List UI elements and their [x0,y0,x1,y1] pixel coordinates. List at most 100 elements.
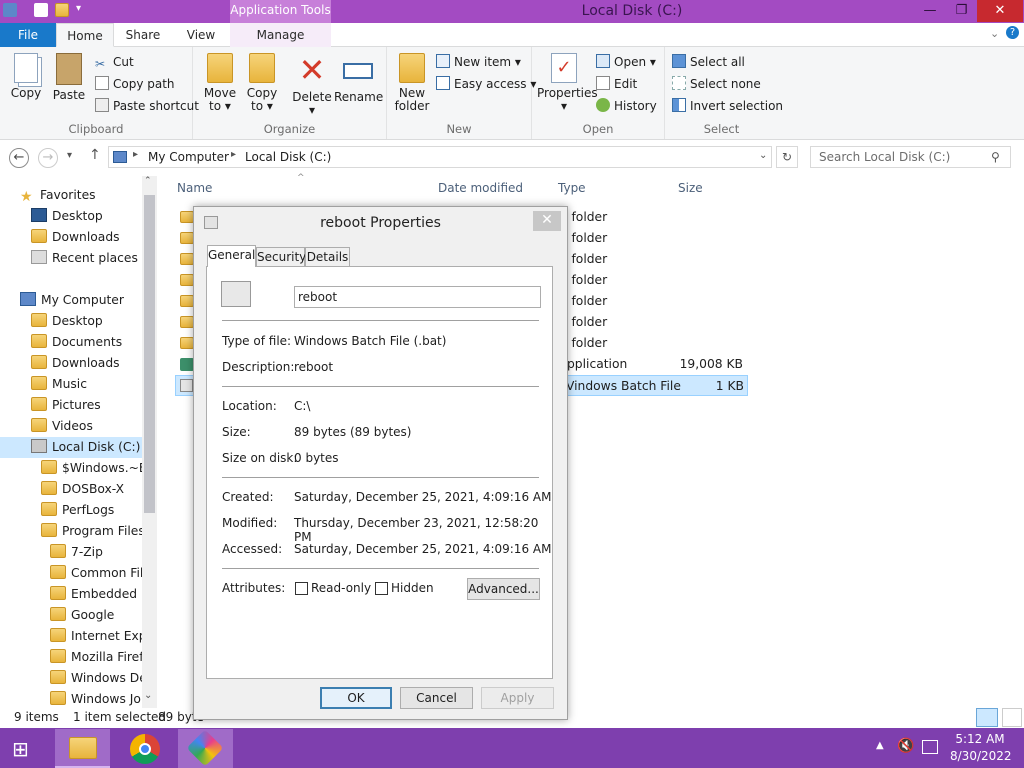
tab-security[interactable]: Security [256,247,306,267]
breadcrumb-my-computer[interactable]: My Computer [148,150,229,164]
select-none-button[interactable]: Select none [672,75,761,93]
column-date[interactable]: Date modified [438,181,523,195]
taskbar-chrome-button[interactable] [118,729,172,768]
nav-pc-documents[interactable]: Documents [31,332,122,353]
ribbon-expand-icon[interactable]: ⌄ [990,27,999,40]
nav-pc-videos[interactable]: Videos [31,416,93,437]
up-button[interactable]: ↑ [89,147,101,163]
nav-pf-embedded[interactable]: Embedded Lo [50,584,155,605]
readonly-checkbox[interactable] [295,582,308,595]
nav-c-dosbox[interactable]: DOSBox-X [41,479,124,500]
select-all-button[interactable]: Select all [672,53,745,71]
move-to-button[interactable]: Move to ▾ [201,53,239,113]
nav-pf-mozilla[interactable]: Mozilla Firefo [50,647,151,668]
back-button[interactable]: ← [9,148,29,168]
nav-fav-desktop[interactable]: Desktop [31,206,103,227]
open-button[interactable]: Open ▾ [596,53,656,71]
forward-button[interactable]: → [38,148,58,168]
clock-time[interactable]: 5:12 AM [950,732,1010,746]
nav-pf-common[interactable]: Common File [50,563,151,584]
nav-pc-music[interactable]: Music [31,374,87,395]
help-icon[interactable]: ? [1006,26,1019,39]
scroll-up-icon[interactable]: ⌃ [144,176,152,186]
separator [222,568,539,569]
breadcrumb-local-disk[interactable]: Local Disk (C:) [245,150,331,164]
ok-button[interactable]: OK [320,687,392,709]
select-none-icon [672,76,686,90]
file-size: 19,008 KB [679,357,743,371]
advanced-button[interactable]: Advanced... [467,578,540,600]
tab-view[interactable]: View [172,23,230,47]
nav-local-disk[interactable]: Local Disk (C:) [0,437,142,458]
taskbar-app-button[interactable] [178,729,233,768]
close-button[interactable]: ✕ [977,0,1023,22]
file-name-input[interactable]: reboot [294,286,541,308]
tab-details[interactable]: Details [305,247,350,267]
rename-button[interactable]: Rename [334,53,383,104]
easy-access-button[interactable]: Easy access ▾ [436,75,536,93]
tab-home[interactable]: Home [56,23,114,47]
large-icons-view-icon[interactable] [1002,708,1022,727]
edit-button[interactable]: Edit [596,75,637,93]
nav-pc-desktop[interactable]: Desktop [31,311,103,332]
tab-file[interactable]: File [0,23,56,47]
nav-fav-downloads[interactable]: Downloads [31,227,120,248]
dialog-close-button[interactable]: ✕ [533,211,561,231]
nav-fav-recent[interactable]: Recent places [31,248,138,269]
nav-pf-windows-def[interactable]: Windows Def [50,668,151,689]
minimize-button[interactable]: — [914,0,946,22]
clock-date[interactable]: 8/30/2022 [950,749,1012,763]
readonly-label[interactable]: Read-only [311,581,371,595]
tab-manage[interactable]: Manage [230,23,331,47]
cancel-button[interactable]: Cancel [400,687,473,709]
maximize-button[interactable]: ❐ [946,0,977,22]
tab-share[interactable]: Share [114,23,172,47]
new-folder-button[interactable]: New folder [393,53,431,113]
open-label: Open ▾ [614,55,656,69]
new-item-button[interactable]: New item ▾ [436,53,521,71]
nav-c-perflogs[interactable]: PerfLogs [41,500,114,521]
scroll-down-icon[interactable]: ⌄ [144,690,152,701]
paste-shortcut-button[interactable]: Paste shortcut [95,97,199,115]
nav-pf-google[interactable]: Google [50,605,114,626]
details-view-icon[interactable] [976,708,998,727]
nav-favorites[interactable]: ★ Favorites [20,185,96,206]
tab-general[interactable]: General [207,245,256,267]
nav-pc-downloads[interactable]: Downloads [31,353,120,374]
paste-button[interactable]: Paste [50,53,88,102]
hidden-checkbox[interactable] [375,582,388,595]
nav-scrollbar-thumb[interactable] [144,195,155,513]
downloads-icon [31,229,47,243]
column-size[interactable]: Size [678,181,703,195]
nav-c-windows-bt[interactable]: $Windows.~BT [41,458,155,479]
address-bar[interactable]: ▸ My Computer ▸ Local Disk (C:) ⌄ [108,146,772,168]
search-input[interactable]: Search Local Disk (C:) ⚲ [810,146,1011,168]
nav-pf-windows-jou[interactable]: Windows Jou [50,689,149,708]
tray-chevron-icon[interactable]: ▲ [876,740,884,751]
history-button[interactable]: History [596,97,657,115]
taskbar-explorer-button[interactable] [55,729,110,768]
recent-locations-icon[interactable]: ▾ [67,150,72,161]
cut-button[interactable]: ✂ Cut [95,53,134,71]
nav-pc-pictures[interactable]: Pictures [31,395,101,416]
network-icon[interactable] [922,740,938,754]
start-windows-icon[interactable]: ⊞ [12,738,38,760]
select-all-label: Select all [690,55,745,69]
properties-button[interactable]: ✓ Properties ▾ [537,53,598,113]
delete-button[interactable]: ✕ Delete ▾ [290,53,334,117]
nav-my-computer[interactable]: My Computer [20,290,124,311]
batch-file-icon [180,379,193,392]
nav-pf-7zip[interactable]: 7-Zip [50,542,103,563]
apply-button[interactable]: Apply [481,687,554,709]
copy-to-button[interactable]: Copy to ▾ [243,53,281,113]
volume-muted-icon[interactable]: 🔇 [897,738,914,754]
column-type[interactable]: Type [558,181,586,195]
copy-path-button[interactable]: Copy path [95,75,175,93]
column-name[interactable]: Name [177,181,212,195]
hidden-label[interactable]: Hidden [391,581,434,595]
nav-c-program-files[interactable]: Program Files [41,521,145,542]
copy-button[interactable]: Copy [6,53,46,100]
address-dropdown-icon[interactable]: ⌄ [759,150,767,161]
invert-selection-button[interactable]: Invert selection [672,97,783,115]
refresh-button[interactable]: ↻ [776,146,798,168]
